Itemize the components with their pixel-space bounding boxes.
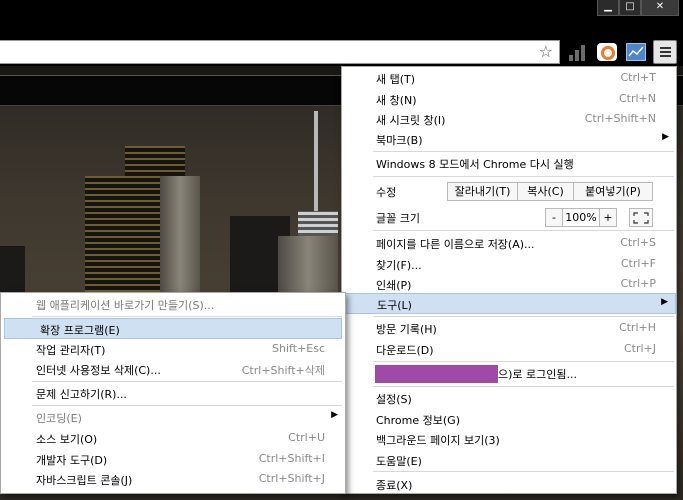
graph-extension-icon[interactable] — [626, 43, 646, 61]
menu-extensions[interactable]: 확장 프로그램(E) — [4, 318, 342, 339]
menu-javascript-console[interactable]: 자바스크립트 콘솔(J) Ctrl+Shift+J — [1, 469, 345, 490]
menu-separator — [373, 361, 674, 362]
submenu-arrow-icon: ▶ — [331, 410, 338, 420]
signal-bars-icon[interactable] — [567, 43, 587, 61]
menu-new-incognito-window[interactable]: 새 시크릿 창(I) Ctrl+Shift+N — [342, 109, 676, 130]
menu-new-window[interactable]: 새 창(N) Ctrl+N — [342, 89, 676, 110]
menu-separator — [373, 230, 674, 231]
menu-find[interactable]: 찾기(F)... Ctrl+F — [342, 254, 676, 275]
menu-create-app-shortcut[interactable]: 웹 애플리케이션 바로가기 만들기(S)... — [1, 294, 345, 315]
tools-submenu: 웹 애플리케이션 바로가기 만들기(S)... 확장 프로그램(E) 작업 관리… — [0, 292, 346, 494]
menu-bookmarks[interactable]: 북마크(B) ▶ — [342, 129, 676, 150]
menu-print[interactable]: 인쇄(P) Ctrl+P — [342, 274, 676, 295]
fullscreen-button[interactable] — [629, 208, 653, 227]
address-bar[interactable]: ☆ — [0, 40, 560, 64]
zoom-in-button[interactable]: + — [599, 208, 617, 227]
menu-relaunch-windows8[interactable]: Windows 8 모드에서 Chrome 다시 실행 — [342, 153, 676, 174]
menu-save-page-as[interactable]: 페이지를 다른 이름으로 저장(A)... Ctrl+S — [342, 233, 676, 254]
cut-button[interactable]: 잘라내기(T) — [447, 182, 518, 201]
submenu-arrow-icon: ▶ — [662, 132, 669, 142]
menu-encoding[interactable]: 인코딩(E) ▶ — [1, 407, 345, 428]
title-bar: ▁ □ ✕ — [0, 0, 683, 40]
minimize-button[interactable]: ▁ — [597, 0, 619, 16]
building — [160, 176, 200, 296]
menu-developer-tools[interactable]: 개발자 도구(D) Ctrl+Shift+I — [1, 449, 345, 470]
star-icon[interactable]: ☆ — [539, 43, 553, 61]
close-window-button[interactable]: ✕ — [641, 0, 679, 16]
fullscreen-icon — [633, 212, 649, 224]
zoom-level: 100% — [562, 208, 600, 227]
menu-separator — [373, 386, 674, 387]
line-graph-icon — [628, 46, 644, 57]
menu-settings[interactable]: 설정(S) — [342, 388, 676, 409]
chrome-main-menu: 새 탭(T) Ctrl+T 새 창(N) Ctrl+N 새 시크릿 창(I) C… — [341, 66, 677, 494]
menu-separator — [32, 381, 342, 382]
menu-separator — [373, 176, 674, 177]
menu-separator — [32, 405, 342, 406]
menu-separator — [373, 151, 674, 152]
antenna-tower — [314, 111, 318, 211]
menu-report-issue[interactable]: 문제 신고하기(R)... — [1, 383, 345, 404]
menu-about-chrome[interactable]: Chrome 정보(G) — [342, 409, 676, 430]
redacted-account-name — [375, 365, 498, 383]
menu-task-manager[interactable]: 작업 관리자(T) Shift+Esc — [1, 339, 345, 360]
menu-view-source[interactable]: 소스 보기(O) Ctrl+U — [1, 428, 345, 449]
menu-downloads[interactable]: 다운로드(D) Ctrl+J — [342, 339, 676, 360]
menu-tools[interactable]: 도구(L) ▶ — [342, 293, 676, 314]
menu-background-pages[interactable]: 백그라운드 페이지 보기(3) — [342, 429, 676, 450]
menu-exit[interactable]: 종료(X) — [342, 474, 676, 495]
menu-separator — [373, 471, 674, 472]
menu-help[interactable]: 도움말(E) — [342, 450, 676, 471]
building — [278, 236, 338, 296]
chrome-menu-button[interactable] — [653, 40, 677, 64]
menu-new-tab[interactable]: 새 탭(T) Ctrl+T — [342, 68, 676, 89]
menu-separator — [32, 316, 342, 317]
menu-separator — [373, 316, 674, 317]
menu-edit-row: 수정 잘라내기(T) 복사(C) 붙여넣기(P) — [342, 181, 676, 202]
zoom-out-button[interactable]: - — [545, 208, 563, 227]
maximize-button[interactable]: □ — [619, 0, 641, 16]
submenu-arrow-icon: ▶ — [661, 297, 668, 307]
browser-toolbar: ☆ — [0, 40, 683, 66]
menu-history[interactable]: 방문 기록(H) Ctrl+H — [342, 318, 676, 339]
menu-zoom-row: 글꼴 크기 - 100% + — [342, 207, 676, 228]
extension-ring-icon[interactable] — [597, 43, 617, 61]
paste-button[interactable]: 붙여넣기(P) — [573, 182, 653, 201]
menu-clear-browsing-data[interactable]: 인터넷 사용정보 삭제(C)... Ctrl+Shift+삭제 — [1, 359, 345, 380]
copy-button[interactable]: 복사(C) — [517, 182, 574, 201]
menu-signed-in-account[interactable]: 으)로 로그인됨... — [342, 363, 676, 384]
